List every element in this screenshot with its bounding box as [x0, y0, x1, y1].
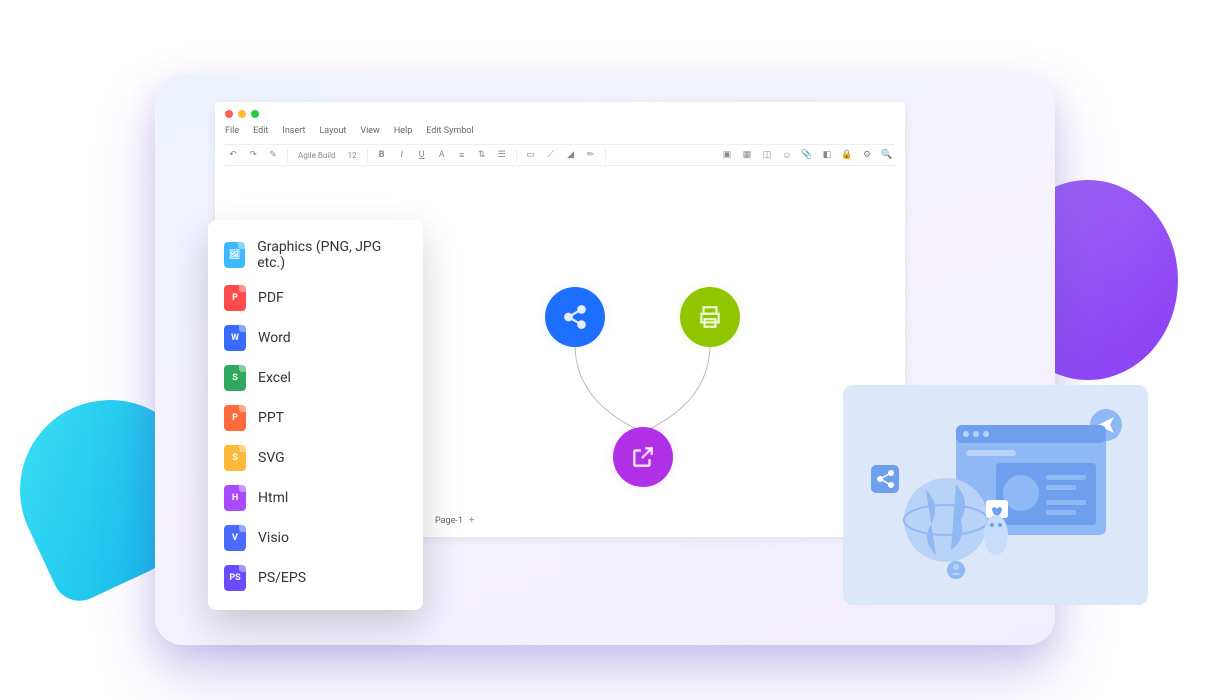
underline-button[interactable]: U [416, 149, 428, 161]
menu-bar: File Edit Insert Layout View Help Edit S… [225, 126, 474, 136]
menu-file[interactable]: File [225, 126, 239, 136]
layers-button[interactable]: ◧ [821, 149, 833, 161]
export-pdf[interactable]: P PDF [208, 278, 423, 318]
minimize-window-button[interactable] [238, 110, 246, 118]
font-size-select[interactable]: 12 [346, 151, 359, 160]
export-item-label: Visio [258, 530, 289, 546]
bold-button[interactable]: B [376, 149, 388, 161]
add-page-button[interactable]: + [469, 515, 475, 526]
line-spacing-button[interactable]: ⇅ [476, 149, 488, 161]
menu-layout[interactable]: Layout [319, 126, 346, 136]
pen-button[interactable]: ✏ [585, 149, 597, 161]
export-html[interactable]: H Html [208, 478, 423, 518]
menu-edit-symbol[interactable]: Edit Symbol [426, 126, 473, 136]
image-button[interactable]: ▣ [721, 149, 733, 161]
italic-button[interactable]: I [396, 149, 408, 161]
chart-button[interactable]: ◫ [761, 149, 773, 161]
export-graphics[interactable]: 🖼 Graphics (PNG, JPG etc.) [208, 232, 423, 278]
export-excel[interactable]: S Excel [208, 358, 423, 398]
redo-button[interactable]: ↷ [247, 149, 259, 161]
word-file-icon: W [224, 325, 246, 351]
share-node[interactable] [545, 287, 605, 347]
share-illustration [866, 405, 1126, 585]
excel-file-icon: S [224, 365, 246, 391]
attachment-button[interactable]: 📎 [801, 149, 813, 161]
page-tab-1[interactable]: Page-1 [435, 516, 463, 526]
table-button[interactable]: ▦ [741, 149, 753, 161]
font-name-select[interactable]: Agile Build [296, 151, 338, 160]
align-button[interactable]: ≡ [456, 149, 468, 161]
toolbar-sep [287, 148, 288, 162]
pdf-file-icon: P [224, 285, 246, 311]
toolbar-sep [516, 148, 517, 162]
window-controls [225, 110, 259, 118]
lock-button[interactable]: 🔒 [841, 149, 853, 161]
shadow-button[interactable]: ◢ [565, 149, 577, 161]
visio-file-icon: V [224, 525, 246, 551]
export-item-label: PDF [258, 290, 284, 306]
toolbar-sep [605, 148, 606, 162]
bullets-button[interactable]: ☰ [496, 149, 508, 161]
export-word[interactable]: W Word [208, 318, 423, 358]
toolbar-sep [367, 148, 368, 162]
print-node[interactable] [680, 287, 740, 347]
html-file-icon: H [224, 485, 246, 511]
export-visio[interactable]: V Visio [208, 518, 423, 558]
export-item-label: Graphics (PNG, JPG etc.) [257, 239, 407, 271]
export-item-label: Excel [258, 370, 291, 386]
export-item-label: PS/EPS [258, 570, 306, 586]
export-item-label: Html [258, 490, 288, 506]
svg-file-icon: S [224, 445, 246, 471]
format-painter-button[interactable]: ✎ [267, 149, 279, 161]
font-color-button[interactable]: A [436, 149, 448, 161]
export-item-label: SVG [258, 450, 285, 466]
export-ps[interactable]: PS PS/EPS [208, 558, 423, 598]
close-window-button[interactable] [225, 110, 233, 118]
menu-edit[interactable]: Edit [253, 126, 268, 136]
export-svg[interactable]: S SVG [208, 438, 423, 478]
menu-help[interactable]: Help [394, 126, 412, 136]
ppt-file-icon: P [224, 405, 246, 431]
fill-button[interactable]: ▭ [525, 149, 537, 161]
export-item-label: PPT [258, 410, 284, 426]
maximize-window-button[interactable] [251, 110, 259, 118]
share-illustration-card [843, 385, 1148, 605]
undo-button[interactable]: ↶ [227, 149, 239, 161]
menu-view[interactable]: View [360, 126, 379, 136]
page-tabs: Page-1 + [435, 515, 475, 526]
settings-button[interactable]: ⚙ [861, 149, 873, 161]
export-item-label: Word [258, 330, 291, 346]
export-node[interactable] [613, 427, 673, 487]
clipart-button[interactable]: ☺ [781, 149, 793, 161]
menu-insert[interactable]: Insert [282, 126, 305, 136]
line-style-button[interactable]: ⟋ [545, 149, 557, 161]
export-ppt[interactable]: P PPT [208, 398, 423, 438]
toolbar: ↶ ↷ ✎ Agile Build 12 B I U A ≡ ⇅ ☰ ▭ ⟋ ◢… [225, 144, 895, 166]
ps-file-icon: PS [224, 565, 246, 591]
search-button[interactable]: 🔍 [881, 149, 893, 161]
image-file-icon: 🖼 [224, 242, 245, 268]
export-format-menu: 🖼 Graphics (PNG, JPG etc.) P PDF W Word S Ex… [208, 220, 423, 610]
